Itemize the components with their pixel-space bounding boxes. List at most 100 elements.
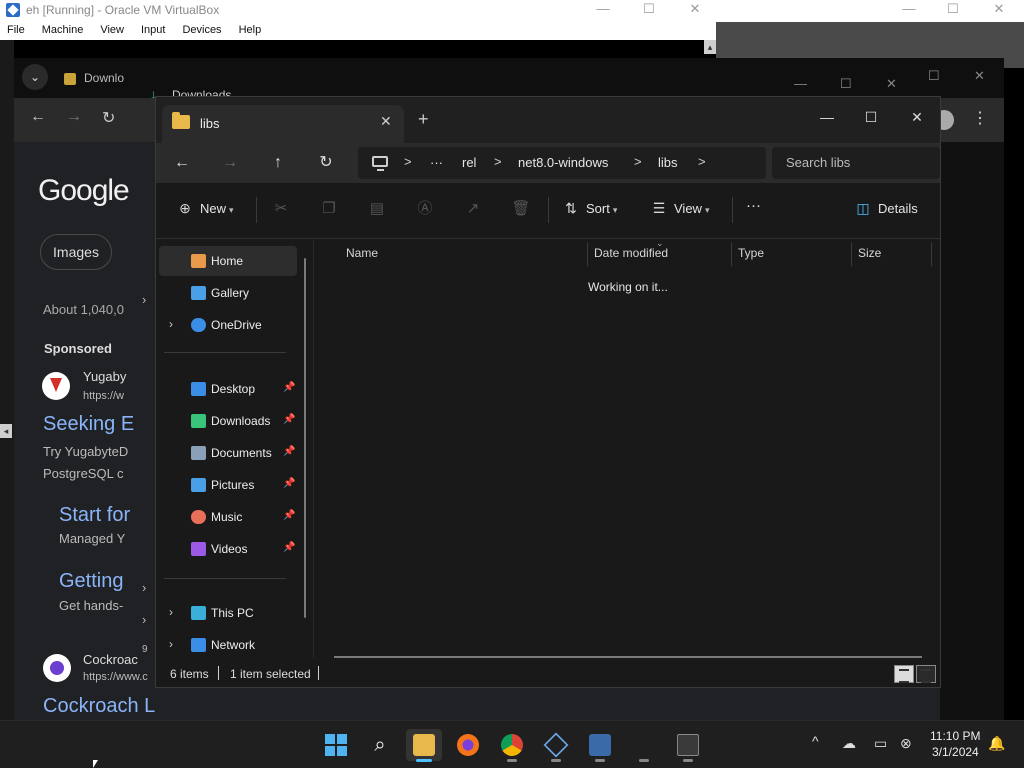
chrome-maximize-button[interactable]: ☐	[928, 68, 940, 84]
search-input[interactable]: Search libs	[772, 147, 940, 179]
onedrive-offline-icon[interactable]: ☁	[842, 735, 856, 752]
sidebar-item-music[interactable]: Music 📌	[159, 502, 297, 532]
paste-icon[interactable]: ▤	[366, 198, 388, 220]
host-maximize-button[interactable]: ☐	[930, 0, 976, 20]
taskbar-file-explorer[interactable]	[406, 729, 442, 762]
taskbar-chrome[interactable]	[494, 729, 530, 762]
column-divider[interactable]	[731, 242, 732, 266]
vbox-close-button[interactable]: ✕	[672, 0, 718, 20]
breadcrumb-item[interactable]: rel	[462, 155, 476, 170]
sidebar-item-desktop[interactable]: Desktop 📌	[159, 374, 297, 404]
breadcrumb-chevron-icon[interactable]: >	[698, 154, 706, 169]
taskbar-virtualbox[interactable]	[538, 729, 574, 762]
chevron-right-icon[interactable]: ›	[142, 612, 146, 627]
ad-headline[interactable]: Seeking E	[43, 413, 134, 436]
refresh-button[interactable]: ↻	[312, 151, 340, 175]
sidebar-item-gallery[interactable]: Gallery	[159, 278, 297, 308]
clock-time[interactable]: 11:10 PM	[930, 729, 980, 743]
copy-icon[interactable]: ❐	[318, 198, 340, 220]
column-header-type[interactable]: Type	[738, 246, 764, 270]
chevron-right-icon[interactable]: ›	[142, 580, 146, 595]
scroll-left-arrow-icon[interactable]: ◂	[0, 424, 12, 438]
host-close-button[interactable]: ✕	[976, 0, 1022, 20]
chevron-right-icon[interactable]: ›	[142, 292, 146, 307]
vbox-maximize-button[interactable]: ☐	[626, 0, 672, 20]
forward-button[interactable]: →	[216, 151, 244, 175]
bg-close-button[interactable]: ✕	[886, 76, 897, 92]
menu-file[interactable]: File	[4, 24, 28, 36]
ad-sitelink[interactable]: Start for	[59, 504, 130, 527]
sidebar-item-home[interactable]: Home	[159, 246, 297, 276]
ad-site-name[interactable]: Yugaby	[83, 369, 126, 384]
large-icons-view-icon[interactable]	[916, 665, 936, 683]
ad-site-name[interactable]: Cockroac	[83, 652, 138, 667]
maximize-button[interactable]: ☐	[848, 103, 894, 131]
clock-date[interactable]: 3/1/2024	[932, 745, 979, 759]
this-pc-icon[interactable]	[372, 156, 388, 171]
close-button[interactable]: ✕	[894, 103, 940, 131]
column-header-size[interactable]: Size	[858, 246, 881, 270]
see-more-button[interactable]: ···	[746, 197, 761, 214]
notifications-bell-icon[interactable]: 🔔	[988, 735, 1005, 752]
bg-minimize-button[interactable]: —	[794, 76, 807, 91]
column-header-name[interactable]: Name	[346, 246, 378, 270]
up-button[interactable]: ↑	[264, 151, 292, 175]
sidebar-item-videos[interactable]: Videos 📌	[159, 534, 297, 564]
scroll-up-arrow-icon[interactable]: ▴	[704, 40, 716, 54]
new-tab-button[interactable]: +	[418, 109, 429, 130]
sort-button[interactable]: ⇅ Sort ▾	[562, 200, 617, 217]
start-button[interactable]	[318, 729, 354, 761]
chrome-forward-button[interactable]: →	[66, 108, 82, 126]
horizontal-scrollbar[interactable]	[334, 656, 922, 658]
sidebar-item-this-pc[interactable]: › This PC	[159, 598, 297, 628]
explorer-tab-libs[interactable]: libs ✕	[162, 105, 404, 143]
menu-machine[interactable]: Machine	[39, 24, 87, 36]
vbox-minimize-button[interactable]: —	[580, 0, 626, 20]
menu-help[interactable]: Help	[236, 24, 265, 36]
cut-icon[interactable]: ✂	[270, 198, 292, 220]
tab-search-dropdown[interactable]: ⌄	[22, 64, 48, 90]
column-divider[interactable]	[851, 242, 852, 266]
new-button[interactable]: ⊕ New ▾	[176, 200, 233, 217]
chrome-back-button[interactable]: ←	[30, 108, 46, 126]
menu-input[interactable]: Input	[138, 24, 168, 36]
column-divider[interactable]	[931, 242, 932, 266]
chevron-right-icon[interactable]: ›	[169, 605, 173, 619]
rename-icon[interactable]: Ⓐ	[414, 198, 436, 220]
column-divider[interactable]	[587, 242, 588, 266]
breadcrumb-chevron-icon[interactable]: >	[494, 154, 502, 169]
breadcrumb-item[interactable]: libs	[658, 155, 678, 170]
details-view-icon[interactable]	[894, 665, 914, 683]
images-filter-chip[interactable]: Images	[40, 234, 112, 270]
minimize-button[interactable]: —	[804, 103, 850, 131]
network-volume-icon[interactable]: ⊗	[900, 735, 912, 752]
chrome-close-button[interactable]: ✕	[974, 68, 985, 84]
taskbar-app-slot[interactable]	[626, 729, 662, 762]
menu-devices[interactable]: Devices	[179, 24, 224, 36]
share-icon[interactable]: ↗	[462, 198, 484, 220]
taskbar-terminal[interactable]	[670, 729, 706, 762]
chrome-reload-button[interactable]: ↻	[102, 108, 115, 128]
breadcrumb-chevron-icon[interactable]: >	[634, 154, 642, 169]
ad-headline[interactable]: Cockroach L	[43, 695, 155, 718]
chevron-right-icon[interactable]: ›	[169, 637, 173, 651]
display-icon[interactable]: ▭	[874, 735, 887, 752]
bg-maximize-button[interactable]: ☐	[840, 76, 852, 92]
column-header-date-modified[interactable]: Date modified	[594, 246, 668, 270]
sidebar-scrollbar[interactable]	[304, 258, 306, 618]
back-button[interactable]: ←	[168, 151, 196, 175]
breadcrumb-more[interactable]: ···	[430, 155, 443, 170]
menu-view[interactable]: View	[97, 24, 127, 36]
details-pane-button[interactable]: ◫ Details	[854, 200, 917, 217]
chrome-menu-button[interactable]: ⋮	[972, 108, 988, 128]
view-button[interactable]: ☰ View ▾	[650, 200, 710, 217]
taskbar-app[interactable]	[582, 729, 618, 762]
sidebar-item-network[interactable]: › Network	[159, 630, 297, 660]
breadcrumb-item[interactable]: net8.0-windows	[518, 155, 608, 170]
delete-icon[interactable]: 🗑	[510, 198, 532, 220]
show-hidden-icons-button[interactable]: ^	[812, 733, 819, 749]
sidebar-item-onedrive[interactable]: › OneDrive	[159, 310, 297, 340]
sidebar-item-documents[interactable]: Documents 📌	[159, 438, 297, 468]
address-bar[interactable]: > ··· rel > net8.0-windows > libs >	[358, 147, 766, 179]
tab-close-button[interactable]: ✕	[380, 113, 392, 130]
